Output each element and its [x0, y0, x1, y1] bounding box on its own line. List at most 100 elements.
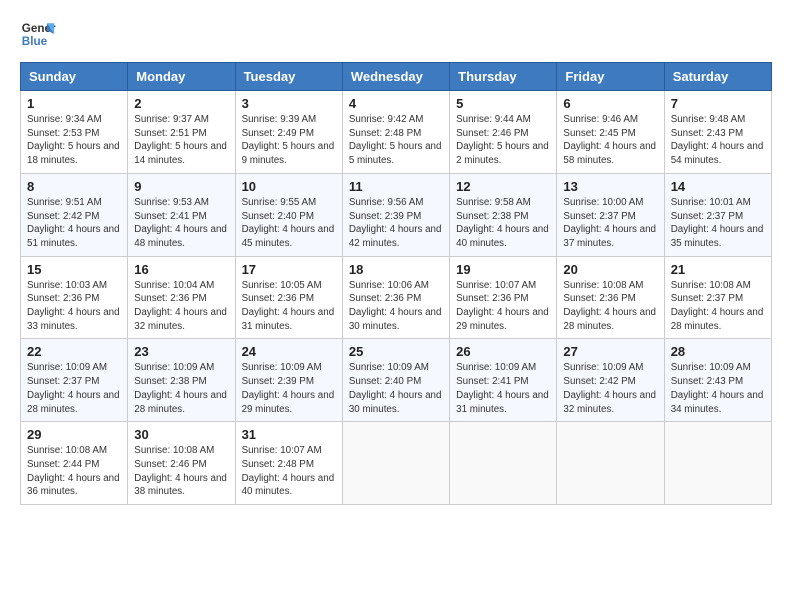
day-info: Sunrise: 10:06 AM Sunset: 2:36 PM Daylig… [349, 279, 443, 334]
day-info: Sunrise: 9:51 AM Sunset: 2:42 PM Dayligh… [27, 196, 121, 251]
day-of-week-header: Wednesday [342, 63, 449, 91]
calendar-cell: 22 Sunrise: 10:09 AM Sunset: 2:37 PM Day… [21, 339, 128, 422]
day-info: Sunrise: 9:46 AM Sunset: 2:45 PM Dayligh… [563, 113, 657, 168]
day-number: 15 [27, 262, 121, 277]
day-number: 17 [242, 262, 336, 277]
day-number: 14 [671, 179, 765, 194]
day-number: 29 [27, 427, 121, 442]
day-info: Sunrise: 10:09 AM Sunset: 2:42 PM Daylig… [563, 361, 657, 416]
calendar-cell: 28 Sunrise: 10:09 AM Sunset: 2:43 PM Day… [664, 339, 771, 422]
logo-icon: General Blue [20, 16, 56, 52]
svg-text:Blue: Blue [22, 35, 48, 48]
day-number: 28 [671, 344, 765, 359]
day-info: Sunrise: 9:55 AM Sunset: 2:40 PM Dayligh… [242, 196, 336, 251]
day-number: 24 [242, 344, 336, 359]
calendar-cell: 24 Sunrise: 10:09 AM Sunset: 2:39 PM Day… [235, 339, 342, 422]
day-info: Sunrise: 9:42 AM Sunset: 2:48 PM Dayligh… [349, 113, 443, 168]
calendar-cell: 12 Sunrise: 9:58 AM Sunset: 2:38 PM Dayl… [450, 173, 557, 256]
calendar-cell: 2 Sunrise: 9:37 AM Sunset: 2:51 PM Dayli… [128, 91, 235, 174]
calendar-cell: 17 Sunrise: 10:05 AM Sunset: 2:36 PM Day… [235, 256, 342, 339]
calendar-cell: 26 Sunrise: 10:09 AM Sunset: 2:41 PM Day… [450, 339, 557, 422]
day-info: Sunrise: 10:04 AM Sunset: 2:36 PM Daylig… [134, 279, 228, 334]
day-number: 22 [27, 344, 121, 359]
calendar-cell [450, 422, 557, 505]
day-info: Sunrise: 9:53 AM Sunset: 2:41 PM Dayligh… [134, 196, 228, 251]
day-of-week-header: Thursday [450, 63, 557, 91]
day-number: 25 [349, 344, 443, 359]
calendar-cell: 11 Sunrise: 9:56 AM Sunset: 2:39 PM Dayl… [342, 173, 449, 256]
day-info: Sunrise: 9:39 AM Sunset: 2:49 PM Dayligh… [242, 113, 336, 168]
day-number: 20 [563, 262, 657, 277]
calendar-cell: 3 Sunrise: 9:39 AM Sunset: 2:49 PM Dayli… [235, 91, 342, 174]
calendar-cell [342, 422, 449, 505]
logo: General Blue [20, 16, 62, 52]
day-number: 31 [242, 427, 336, 442]
calendar-cell: 1 Sunrise: 9:34 AM Sunset: 2:53 PM Dayli… [21, 91, 128, 174]
day-number: 18 [349, 262, 443, 277]
calendar-cell: 5 Sunrise: 9:44 AM Sunset: 2:46 PM Dayli… [450, 91, 557, 174]
calendar-cell: 18 Sunrise: 10:06 AM Sunset: 2:36 PM Day… [342, 256, 449, 339]
day-info: Sunrise: 10:09 AM Sunset: 2:38 PM Daylig… [134, 361, 228, 416]
calendar-cell: 9 Sunrise: 9:53 AM Sunset: 2:41 PM Dayli… [128, 173, 235, 256]
day-number: 10 [242, 179, 336, 194]
calendar-cell: 23 Sunrise: 10:09 AM Sunset: 2:38 PM Day… [128, 339, 235, 422]
day-number: 4 [349, 96, 443, 111]
day-info: Sunrise: 9:37 AM Sunset: 2:51 PM Dayligh… [134, 113, 228, 168]
day-info: Sunrise: 10:01 AM Sunset: 2:37 PM Daylig… [671, 196, 765, 251]
calendar-cell: 31 Sunrise: 10:07 AM Sunset: 2:48 PM Day… [235, 422, 342, 505]
day-of-week-header: Tuesday [235, 63, 342, 91]
day-info: Sunrise: 10:05 AM Sunset: 2:36 PM Daylig… [242, 279, 336, 334]
day-info: Sunrise: 10:09 AM Sunset: 2:40 PM Daylig… [349, 361, 443, 416]
day-number: 6 [563, 96, 657, 111]
day-number: 21 [671, 262, 765, 277]
day-number: 16 [134, 262, 228, 277]
calendar-cell: 27 Sunrise: 10:09 AM Sunset: 2:42 PM Day… [557, 339, 664, 422]
day-number: 3 [242, 96, 336, 111]
header: General Blue [20, 16, 772, 52]
calendar-cell [557, 422, 664, 505]
day-number: 2 [134, 96, 228, 111]
day-info: Sunrise: 9:58 AM Sunset: 2:38 PM Dayligh… [456, 196, 550, 251]
calendar-cell: 29 Sunrise: 10:08 AM Sunset: 2:44 PM Day… [21, 422, 128, 505]
day-info: Sunrise: 10:09 AM Sunset: 2:37 PM Daylig… [27, 361, 121, 416]
day-number: 13 [563, 179, 657, 194]
day-info: Sunrise: 10:09 AM Sunset: 2:41 PM Daylig… [456, 361, 550, 416]
calendar-cell: 30 Sunrise: 10:08 AM Sunset: 2:46 PM Day… [128, 422, 235, 505]
calendar-cell: 20 Sunrise: 10:08 AM Sunset: 2:36 PM Day… [557, 256, 664, 339]
day-info: Sunrise: 10:08 AM Sunset: 2:46 PM Daylig… [134, 444, 228, 499]
day-info: Sunrise: 10:09 AM Sunset: 2:39 PM Daylig… [242, 361, 336, 416]
calendar-table: SundayMondayTuesdayWednesdayThursdayFrid… [20, 62, 772, 505]
day-info: Sunrise: 9:56 AM Sunset: 2:39 PM Dayligh… [349, 196, 443, 251]
day-info: Sunrise: 10:07 AM Sunset: 2:48 PM Daylig… [242, 444, 336, 499]
day-info: Sunrise: 9:48 AM Sunset: 2:43 PM Dayligh… [671, 113, 765, 168]
calendar-cell: 16 Sunrise: 10:04 AM Sunset: 2:36 PM Day… [128, 256, 235, 339]
day-number: 5 [456, 96, 550, 111]
calendar-cell: 19 Sunrise: 10:07 AM Sunset: 2:36 PM Day… [450, 256, 557, 339]
calendar-cell: 8 Sunrise: 9:51 AM Sunset: 2:42 PM Dayli… [21, 173, 128, 256]
calendar-cell [664, 422, 771, 505]
calendar-cell: 15 Sunrise: 10:03 AM Sunset: 2:36 PM Day… [21, 256, 128, 339]
calendar-cell: 25 Sunrise: 10:09 AM Sunset: 2:40 PM Day… [342, 339, 449, 422]
day-number: 7 [671, 96, 765, 111]
day-number: 23 [134, 344, 228, 359]
calendar-cell: 13 Sunrise: 10:00 AM Sunset: 2:37 PM Day… [557, 173, 664, 256]
day-of-week-header: Friday [557, 63, 664, 91]
day-info: Sunrise: 10:08 AM Sunset: 2:36 PM Daylig… [563, 279, 657, 334]
day-info: Sunrise: 10:09 AM Sunset: 2:43 PM Daylig… [671, 361, 765, 416]
calendar-cell: 14 Sunrise: 10:01 AM Sunset: 2:37 PM Day… [664, 173, 771, 256]
day-info: Sunrise: 10:00 AM Sunset: 2:37 PM Daylig… [563, 196, 657, 251]
calendar-cell: 7 Sunrise: 9:48 AM Sunset: 2:43 PM Dayli… [664, 91, 771, 174]
day-of-week-header: Monday [128, 63, 235, 91]
day-number: 26 [456, 344, 550, 359]
day-info: Sunrise: 10:08 AM Sunset: 2:37 PM Daylig… [671, 279, 765, 334]
day-number: 11 [349, 179, 443, 194]
day-info: Sunrise: 9:44 AM Sunset: 2:46 PM Dayligh… [456, 113, 550, 168]
calendar-cell: 21 Sunrise: 10:08 AM Sunset: 2:37 PM Day… [664, 256, 771, 339]
day-number: 30 [134, 427, 228, 442]
day-number: 9 [134, 179, 228, 194]
day-info: Sunrise: 10:08 AM Sunset: 2:44 PM Daylig… [27, 444, 121, 499]
day-of-week-header: Saturday [664, 63, 771, 91]
calendar-cell: 4 Sunrise: 9:42 AM Sunset: 2:48 PM Dayli… [342, 91, 449, 174]
day-number: 1 [27, 96, 121, 111]
calendar-cell: 6 Sunrise: 9:46 AM Sunset: 2:45 PM Dayli… [557, 91, 664, 174]
